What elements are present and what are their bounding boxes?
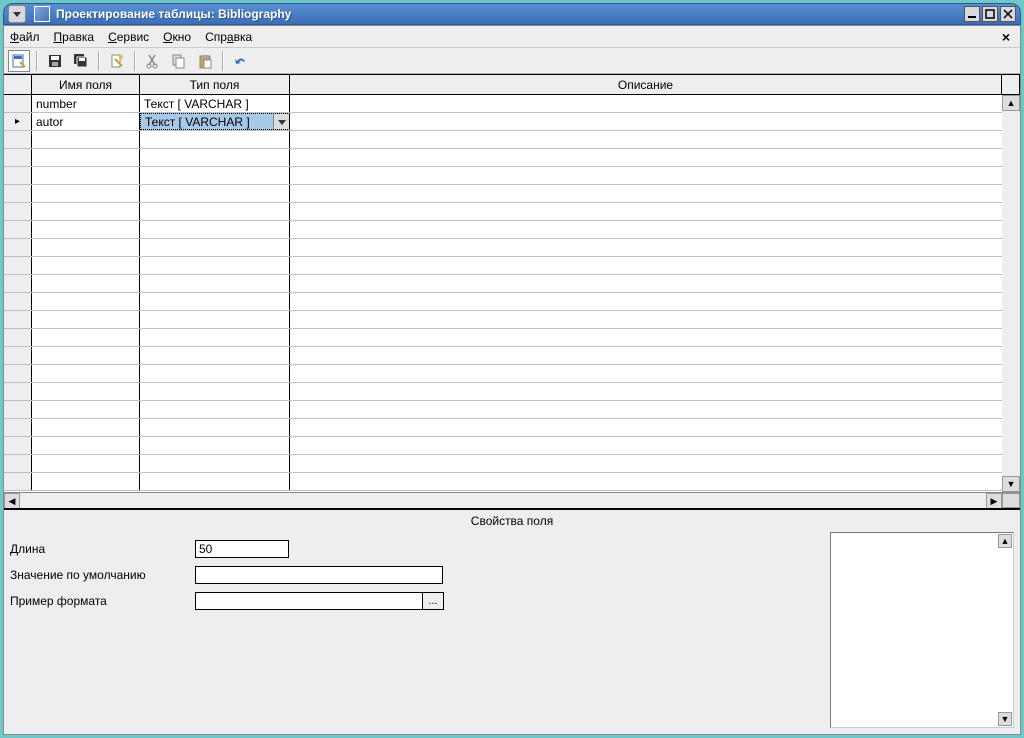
grid-body[interactable]: number Текст [ VARCHAR ] ▸ autor Текст [… [4,95,1020,492]
table-row[interactable] [4,401,1020,419]
table-row[interactable]: ▸ autor Текст [ VARCHAR ] [4,113,1020,131]
dropdown-arrow-icon[interactable] [273,114,289,129]
paste-button[interactable] [194,50,216,72]
scroll-left-button[interactable]: ◀ [4,493,20,509]
help-scroll-up[interactable]: ▲ [998,534,1012,548]
close-button[interactable] [1000,6,1016,22]
field-name-cell[interactable]: number [32,95,140,112]
field-desc-cell[interactable] [290,95,1020,112]
table-row[interactable] [4,275,1020,293]
default-label: Значение по умолчанию [10,568,195,582]
table-row[interactable] [4,131,1020,149]
scroll-right-button[interactable]: ▶ [986,493,1002,509]
help-scroll-down[interactable]: ▼ [998,712,1012,726]
format-label: Пример формата [10,594,195,608]
maximize-button[interactable] [982,6,998,22]
field-type-cell[interactable]: Текст [ VARCHAR ] [140,95,290,112]
property-length-row: Длина [10,540,824,558]
table-row[interactable] [4,419,1020,437]
row-marker-current[interactable]: ▸ [4,113,32,130]
property-default-row: Значение по умолчанию [10,566,824,584]
app-icon [34,6,50,22]
toolbar-separator [36,51,38,71]
table-row[interactable] [4,473,1020,491]
header-description[interactable]: Описание [290,75,1002,94]
edit-button[interactable] [106,50,128,72]
table-row[interactable]: number Текст [ VARCHAR ] [4,95,1020,113]
header-field-name[interactable]: Имя поля [32,75,140,94]
menu-window[interactable]: Окно [163,30,191,44]
copy-button[interactable] [168,50,190,72]
table-row[interactable] [4,293,1020,311]
field-properties-panel: Свойства поля Длина Значение по умолчани… [4,510,1020,734]
table-row[interactable] [4,455,1020,473]
titlebar: Проектирование таблицы: Bibliography [3,3,1021,25]
table-row[interactable] [4,329,1020,347]
table-design-grid: Имя поля Тип поля Описание number Текст … [4,74,1020,510]
table-row[interactable] [4,221,1020,239]
menu-file[interactable]: Файл [10,30,40,44]
toolbar-separator [134,51,136,71]
format-browse-button[interactable]: ... [422,592,444,610]
toolbar-separator [222,51,224,71]
save-button[interactable] [44,50,66,72]
window-title: Проектирование таблицы: Bibliography [56,7,291,21]
format-example-input[interactable] [195,592,423,610]
header-scroll-corner [1002,75,1020,94]
window-body: Файл Правка Сервис Окно Справка × [3,25,1021,735]
table-row[interactable] [4,365,1020,383]
property-format-row: Пример формата ... [10,592,824,610]
scroll-up-button[interactable]: ▲ [1002,95,1020,111]
table-row[interactable] [4,185,1020,203]
table-row[interactable] [4,239,1020,257]
field-desc-cell[interactable] [290,113,1020,130]
properties-form: Длина Значение по умолчанию Пример форма… [10,532,824,728]
table-row[interactable] [4,383,1020,401]
grid-header: Имя поля Тип поля Описание [4,75,1020,95]
design-mode-button[interactable] [8,50,30,72]
length-label: Длина [10,542,195,556]
minimize-button[interactable] [964,6,980,22]
toolbar-separator [98,51,100,71]
scroll-down-button[interactable]: ▼ [1002,476,1020,492]
header-marker-column[interactable] [4,75,32,94]
close-document-button[interactable]: × [998,29,1014,45]
menu-service[interactable]: Сервис [108,30,149,44]
menu-help[interactable]: Справка [205,30,252,44]
field-type-value: Текст [ VARCHAR ] [145,115,250,129]
field-type-dropdown[interactable]: Текст [ VARCHAR ] [140,113,290,130]
length-input[interactable] [195,540,289,558]
table-row[interactable] [4,347,1020,365]
menu-edit[interactable]: Правка [54,30,95,44]
table-row[interactable] [4,203,1020,221]
toolbar [4,48,1020,74]
cut-button[interactable] [142,50,164,72]
field-name-cell[interactable]: autor [32,113,140,130]
header-field-type[interactable]: Тип поля [140,75,290,94]
default-value-input[interactable] [195,566,443,584]
undo-button[interactable] [230,50,252,72]
row-marker[interactable] [4,95,32,112]
table-row[interactable] [4,437,1020,455]
table-row[interactable] [4,167,1020,185]
system-menu-button[interactable] [8,5,26,23]
properties-help-box: ▲ ▼ [830,532,1014,728]
table-row[interactable] [4,149,1020,167]
menubar: Файл Правка Сервис Окно Справка × [4,26,1020,48]
horizontal-scrollbar[interactable]: ◀ ▶ [4,492,1020,508]
properties-title: Свойства поля [4,510,1020,532]
table-row[interactable] [4,257,1020,275]
vertical-scrollbar[interactable]: ▲ ▼ [1002,95,1020,492]
save-all-button[interactable] [70,50,92,72]
table-row[interactable] [4,311,1020,329]
